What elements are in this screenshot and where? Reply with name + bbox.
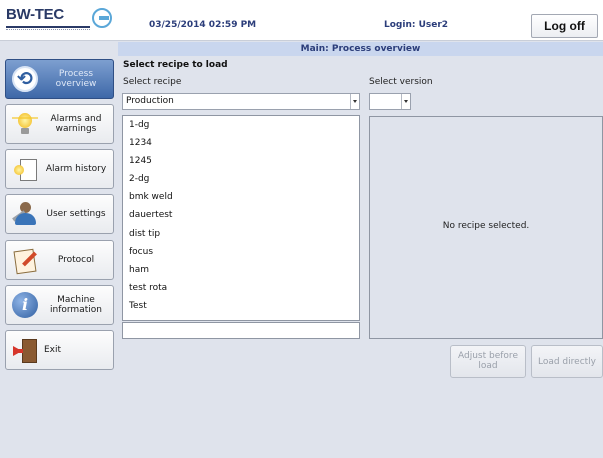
exit-icon: [12, 337, 38, 363]
no-recipe-message: No recipe selected.: [442, 221, 530, 231]
chevron-down-icon[interactable]: [401, 94, 410, 109]
login-status: Login: User2: [384, 20, 449, 30]
logo-text: BW-TEC: [6, 6, 64, 23]
list-item[interactable]: 2-dg: [123, 170, 359, 188]
page-title: Main: Process overview: [118, 42, 603, 56]
logo-tagline: [6, 29, 90, 32]
sidebar-item-user-settings[interactable]: User settings: [5, 194, 114, 234]
recipe-list[interactable]: 1-dg 1234 1245 2-dg bmk weld dauertest d…: [122, 115, 360, 321]
sidebar-item-label: Alarms and warnings: [50, 114, 102, 134]
sidebar-item-label: Process overview: [55, 69, 97, 89]
lightbulb-icon: [12, 111, 38, 137]
list-item[interactable]: bmk weld: [123, 188, 359, 206]
main-content: Select recipe to load Select recipe Sele…: [118, 56, 603, 458]
load-directly-button[interactable]: Load directly: [531, 345, 603, 378]
user-settings-icon: [12, 201, 38, 227]
logo-underline: [6, 26, 90, 28]
list-item[interactable]: 1234: [123, 134, 359, 152]
sidebar-item-alarms-and-warnings[interactable]: Alarms and warnings: [5, 104, 114, 144]
recipe-type-select[interactable]: Production: [122, 93, 360, 110]
sidebar-item-label: Machine information: [50, 295, 102, 315]
list-item[interactable]: focus: [123, 243, 359, 261]
alarm-history-icon: [12, 156, 38, 182]
refresh-icon: [12, 66, 38, 92]
section-heading: Select recipe to load: [123, 60, 228, 70]
datetime: 03/25/2014 02:59 PM: [149, 20, 257, 30]
sidebar-item-process-overview[interactable]: Process overview: [5, 59, 114, 99]
bw-tec-logo: BW-TEC: [6, 6, 112, 36]
protocol-icon: [12, 247, 38, 273]
log-off-button[interactable]: Log off: [531, 14, 598, 38]
sidebar-item-label: User settings: [46, 209, 106, 219]
list-item[interactable]: 1-dg: [123, 116, 359, 134]
chevron-down-icon[interactable]: [350, 94, 359, 109]
sidebar-item-alarm-history[interactable]: Alarm history: [5, 149, 114, 189]
version-select[interactable]: [369, 93, 411, 110]
list-item[interactable]: test rota: [123, 279, 359, 297]
adjust-before-load-button[interactable]: Adjust before load: [450, 345, 526, 378]
sidebar-item-label: Alarm history: [45, 164, 107, 174]
info-icon: [12, 292, 38, 318]
sidebar-item-label: Protocol: [57, 255, 95, 265]
select-recipe-label: Select recipe: [123, 77, 182, 87]
sidebar-item-label: Exit: [44, 345, 62, 355]
list-item[interactable]: dist tip: [123, 225, 359, 243]
sidebar-item-protocol[interactable]: Protocol: [5, 240, 114, 280]
logo-mark-icon: [92, 8, 112, 28]
list-item[interactable]: Test: [123, 297, 359, 315]
sidebar-item-machine-information[interactable]: Machine information: [5, 285, 114, 325]
recipe-details-panel: No recipe selected.: [369, 116, 603, 339]
sidebar-item-exit[interactable]: Exit: [5, 330, 114, 370]
recipe-type-value: Production: [126, 96, 174, 106]
recipe-filter-input[interactable]: [122, 322, 360, 339]
list-item[interactable]: ham: [123, 261, 359, 279]
select-version-label: Select version: [369, 77, 433, 87]
header: BW-TEC 03/25/2014 02:59 PM Login: User2 …: [0, 0, 603, 41]
list-item[interactable]: dauertest: [123, 206, 359, 224]
list-item[interactable]: 1245: [123, 152, 359, 170]
